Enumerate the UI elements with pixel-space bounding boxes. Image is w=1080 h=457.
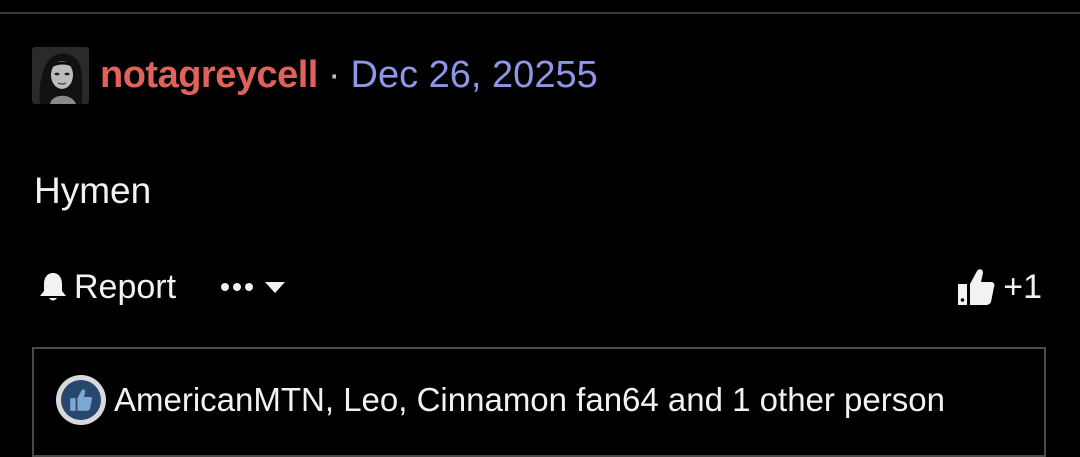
like-button[interactable]: +1 — [957, 262, 1042, 312]
top-divider — [0, 12, 1080, 14]
thumbs-up-badge-icon — [70, 389, 93, 411]
post-actions: Report — [38, 262, 286, 312]
post-content: Hymen — [34, 170, 152, 211]
avatar[interactable] — [32, 46, 89, 104]
like-count: +1 — [1003, 267, 1042, 306]
meta-separator: · — [327, 53, 341, 96]
thumbs-up-icon — [958, 269, 995, 305]
report-button[interactable]: Report — [38, 268, 176, 307]
reaction-badge — [56, 375, 106, 425]
caret-down-icon — [265, 282, 286, 293]
post-date[interactable]: Dec 26, 20255 — [351, 54, 598, 97]
report-label: Report — [74, 267, 177, 306]
ellipsis-icon — [221, 283, 254, 291]
author-username[interactable]: notagreycell — [100, 54, 318, 97]
bell-icon — [40, 273, 66, 301]
reactions-summary-row: AmericanMTN, Leo, Cinnamon fan64 and 1 o… — [56, 375, 945, 425]
reactions-summary-text[interactable]: AmericanMTN, Leo, Cinnamon fan64 and 1 o… — [114, 381, 945, 419]
post-header: notagreycell · Dec 26, 20255 — [32, 46, 598, 104]
more-options-button[interactable] — [220, 280, 286, 294]
reactions-box[interactable]: AmericanMTN, Leo, Cinnamon fan64 and 1 o… — [32, 347, 1046, 457]
